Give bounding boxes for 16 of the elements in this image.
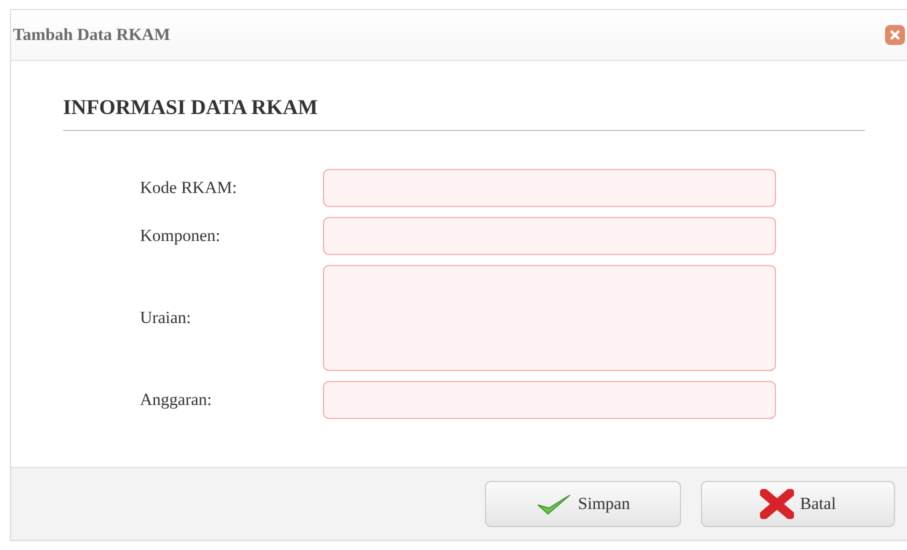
- save-button[interactable]: Simpan: [485, 481, 681, 527]
- text-area[interactable]: [323, 265, 776, 371]
- field-label: Kode RKAM:: [140, 178, 238, 198]
- input-field[interactable]: [323, 169, 776, 207]
- close-button[interactable]: [885, 25, 905, 45]
- dialog-title: Tambah Data RKAM: [13, 25, 170, 45]
- field-label: Anggaran:: [140, 390, 213, 410]
- cancel-button[interactable]: Batal: [701, 481, 895, 527]
- input-field[interactable]: [323, 381, 776, 419]
- close-icon: [889, 29, 901, 41]
- cross-icon: [760, 489, 794, 519]
- section-heading: INFORMASI DATA RKAM: [63, 95, 865, 131]
- input-field[interactable]: [323, 217, 776, 255]
- check-icon: [536, 492, 572, 516]
- field-label: Komponen:: [140, 226, 222, 246]
- field-label: Uraian:: [140, 308, 192, 328]
